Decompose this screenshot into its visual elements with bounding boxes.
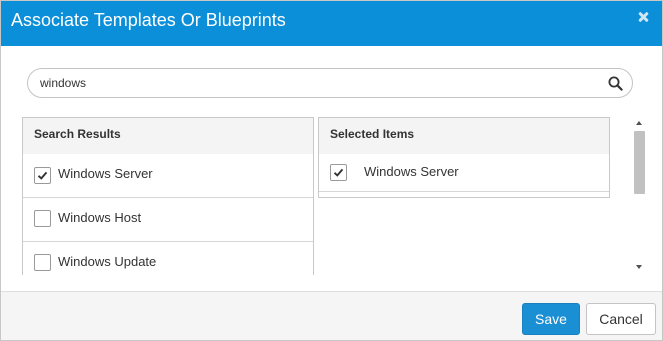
scroll-down-icon[interactable] (636, 265, 642, 269)
selected-items-header: Selected Items (319, 118, 609, 154)
close-icon[interactable] (636, 10, 650, 24)
result-checkbox-windows-update[interactable] (34, 254, 51, 271)
result-label: Windows Host (58, 210, 142, 225)
check-icon (333, 168, 344, 177)
selected-items-title: Selected Items (330, 127, 415, 141)
search-icon[interactable] (608, 76, 623, 91)
result-label: Windows Update (58, 254, 157, 269)
result-checkbox-windows-server[interactable] (34, 167, 51, 184)
check-icon (37, 171, 48, 180)
associate-dialog: Associate Templates Or Blueprints Search… (0, 0, 663, 341)
selected-label: Windows Server (364, 164, 459, 179)
search-box (27, 68, 633, 98)
dialog-title: Associate Templates Or Blueprints (11, 10, 286, 30)
result-label: Windows Server (58, 166, 153, 181)
scroll-thumb[interactable] (634, 131, 645, 194)
search-results-panel: Search Results Windows Server Windows Ho… (22, 117, 314, 275)
vertical-scrollbar[interactable] (632, 117, 647, 273)
scroll-up-icon[interactable] (636, 121, 642, 125)
selected-items-panel: Selected Items Windows Server (318, 117, 610, 198)
result-row-windows-host[interactable]: Windows Host (23, 198, 313, 242)
result-checkbox-windows-host[interactable] (34, 210, 51, 227)
search-results-header: Search Results (23, 118, 313, 154)
selected-row-windows-server[interactable]: Windows Server (319, 154, 609, 192)
search-results-title: Search Results (34, 127, 121, 141)
result-row-windows-update[interactable]: Windows Update (23, 242, 313, 275)
search-input[interactable] (40, 74, 600, 92)
cancel-button[interactable]: Cancel (586, 303, 656, 335)
dialog-footer: Save Cancel (1, 291, 662, 340)
dialog-header: Associate Templates Or Blueprints (1, 1, 662, 46)
save-button[interactable]: Save (522, 303, 580, 335)
selected-checkbox-windows-server[interactable] (330, 164, 347, 181)
result-row-windows-server[interactable]: Windows Server (23, 154, 313, 198)
